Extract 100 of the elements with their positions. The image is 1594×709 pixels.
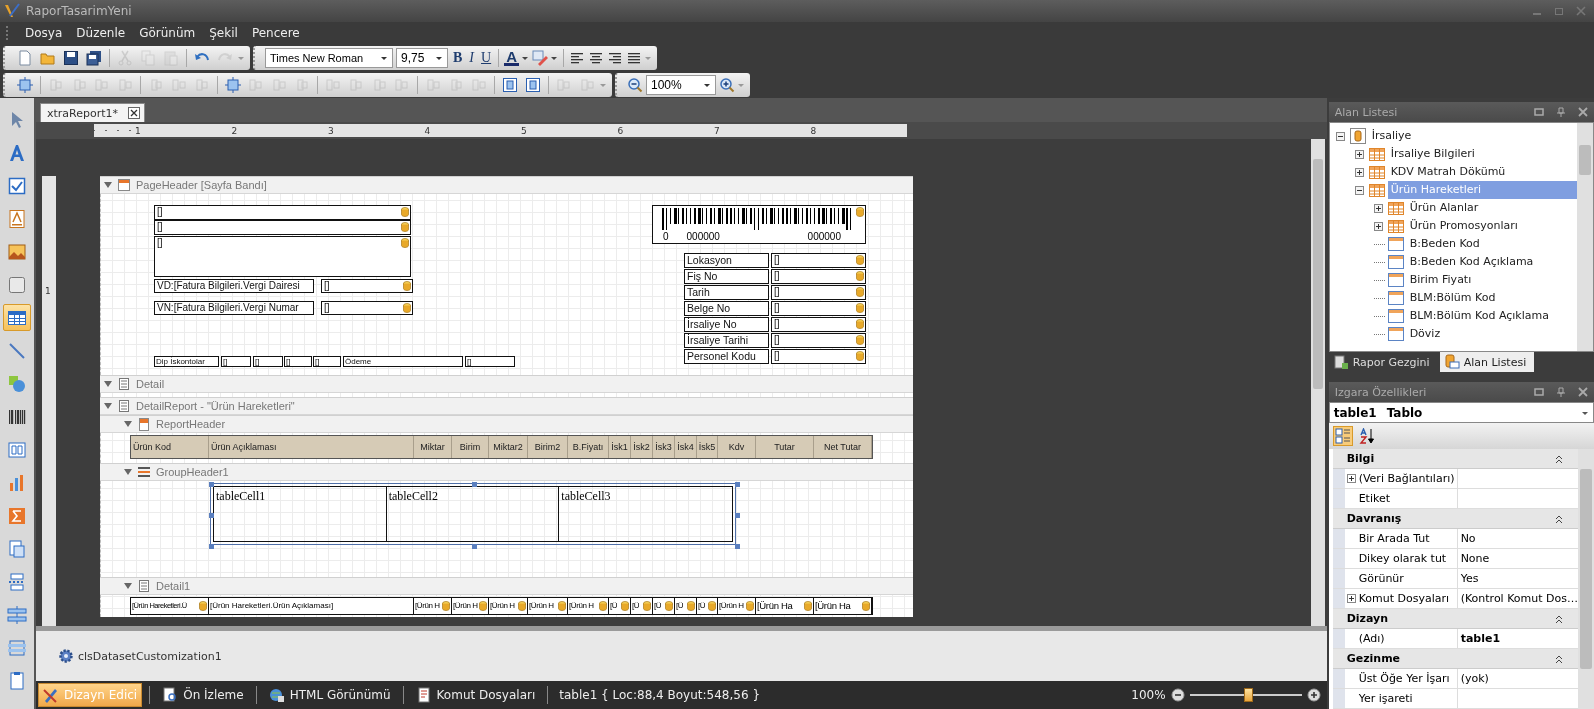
maximize-icon[interactable] (1534, 387, 1544, 397)
italic-button[interactable]: I (467, 47, 476, 68)
text-field[interactable]: [] (464, 356, 515, 367)
font-color-button[interactable]: A (504, 49, 519, 66)
property-value[interactable]: None (1460, 552, 1490, 565)
view-tab[interactable]: HTML Görünümü (263, 683, 396, 707)
table-cell[interactable]: [Ürün H (717, 598, 756, 614)
resize-handle[interactable] (208, 513, 214, 518)
expand-icon[interactable] (1346, 474, 1356, 483)
collapse-caret-icon[interactable] (123, 468, 132, 476)
zoom-dropdown[interactable]: 100% (646, 74, 716, 95)
text-field[interactable]: [] (320, 279, 413, 293)
expand-icon[interactable] (1354, 149, 1364, 159)
tree-item[interactable]: Birim Fiyatı (1406, 271, 1577, 289)
text-field[interactable]: [] (770, 253, 866, 268)
tree-item[interactable]: BLM:Bölüm Kod Açıklama (1406, 307, 1577, 325)
category-row[interactable]: Gezinme (1332, 649, 1578, 669)
tree-item[interactable]: İrsaliye (1368, 127, 1577, 145)
text-field[interactable]: [] (312, 356, 341, 367)
barcode-field[interactable]: 0 000000 000000 (651, 205, 866, 244)
tree-item[interactable]: Döviz (1406, 325, 1577, 343)
vertical-scrollbar[interactable] (1577, 123, 1593, 351)
table-cell[interactable]: tableCell2 (386, 487, 560, 541)
property-value[interactable]: (Kontrol Komut Dos… (1460, 592, 1578, 605)
zoom-slider[interactable] (1189, 687, 1302, 703)
zoom-in-icon[interactable] (1306, 688, 1321, 702)
table-cell[interactable]: [Ürün Ha (755, 598, 814, 614)
table-cell[interactable]: tableCell3 (559, 487, 732, 541)
text-field[interactable]: [] (153, 220, 411, 235)
zoom-out-icon[interactable] (627, 76, 643, 93)
tree-item[interactable]: Ürün Promosyonları (1406, 217, 1577, 235)
layout-button[interactable] (223, 74, 243, 95)
resize-handle[interactable] (734, 482, 740, 487)
table-cell[interactable]: [Ürün Ha (813, 598, 872, 614)
collapse-caret-icon[interactable] (103, 181, 112, 189)
label-field[interactable]: Ödeme (342, 356, 463, 367)
tree-item[interactable]: İrsaliye Bilgileri (1387, 145, 1577, 163)
object-selector[interactable]: table1 Tablo (1328, 402, 1594, 423)
collapse-chevron-icon[interactable] (1554, 613, 1564, 624)
label-field[interactable]: Personel Kodu (683, 349, 769, 364)
bold-button[interactable]: B (451, 47, 465, 68)
text-field[interactable]: [] (770, 269, 866, 284)
panel-tab[interactable]: Rapor Gezgini (1328, 352, 1438, 372)
collapse-caret-icon[interactable] (123, 582, 132, 590)
category-row[interactable]: Dizayn (1332, 609, 1578, 629)
document-tab[interactable]: xtraReport1* (39, 103, 146, 122)
category-row[interactable]: Bilgi (1332, 449, 1578, 469)
category-row[interactable]: Davranış (1332, 509, 1578, 529)
collapse-caret-icon[interactable] (123, 420, 132, 428)
text-field[interactable]: [] (770, 349, 866, 364)
table-cell[interactable]: [Ürün H (527, 598, 568, 614)
text-field[interactable]: [] (320, 301, 413, 315)
view-tab[interactable]: Ön İzleme (157, 683, 249, 707)
tree-item[interactable]: Ürün Alanlar (1406, 199, 1577, 217)
menu-item[interactable]: Görünüm (139, 26, 196, 40)
collapse-icon[interactable] (1354, 185, 1364, 195)
text-field[interactable]: [] (770, 285, 866, 300)
font-name-dropdown[interactable]: Times New Roman (265, 47, 393, 68)
text-field[interactable]: [] (153, 205, 411, 220)
maximize-icon[interactable] (1534, 107, 1544, 117)
resize-handle[interactable] (734, 513, 740, 518)
table-cell[interactable]: [Ü (674, 598, 697, 614)
label-field[interactable]: Tarih (683, 285, 769, 300)
text-field[interactable]: [] (220, 356, 251, 367)
underline-button[interactable]: U (479, 47, 494, 68)
view-tab[interactable]: Komut Dosyaları (410, 683, 541, 707)
menu-item[interactable]: Şekil (209, 26, 238, 40)
highlight-pen-icon[interactable] (532, 49, 548, 66)
zoom-in-icon[interactable] (719, 76, 735, 93)
table-cell[interactable]: [Ürün H (567, 598, 609, 614)
table-control[interactable]: tableCell1 tableCell2 tableCell3 (212, 486, 733, 542)
label-field[interactable]: İrsaliye Tarihi (683, 333, 769, 348)
expand-icon[interactable] (1373, 203, 1383, 213)
component-label[interactable]: clsDatasetCustomization1 (77, 649, 222, 663)
collapse-caret-icon[interactable] (103, 380, 112, 388)
table-cell[interactable]: [Ürün H (488, 598, 528, 614)
collapse-chevron-icon[interactable] (1554, 453, 1564, 464)
collapse-caret-icon[interactable] (103, 402, 112, 410)
tree-item[interactable]: B:Beden Kod Açıklama (1406, 253, 1577, 271)
pin-icon[interactable] (1556, 107, 1566, 117)
menu-item[interactable]: Düzenle (76, 26, 126, 40)
table-cell[interactable]: [Ürün Hareketleri.Ürün Açıklaması] (208, 598, 414, 614)
label-field[interactable]: Fiş No (683, 269, 769, 284)
text-field[interactable]: [] (770, 317, 866, 332)
collapse-chevron-icon[interactable] (1554, 653, 1564, 664)
slider-thumb[interactable] (1243, 688, 1253, 702)
table-cell[interactable]: [Ü (630, 598, 653, 614)
restore-icon[interactable] (1554, 6, 1564, 16)
table-cell[interactable]: [Ü (652, 598, 675, 614)
tree-item[interactable]: BLM:Bölüm Kod (1406, 289, 1577, 307)
table-cell[interactable]: [Ürün H (451, 598, 489, 614)
layout-button[interactable] (15, 74, 35, 95)
tree-item[interactable]: B:Beden Kod (1406, 235, 1577, 253)
panel-tab[interactable]: Alan Listesi (1439, 352, 1535, 372)
property-value[interactable]: (yok) (1460, 672, 1489, 685)
label-field[interactable]: İrsaliye No (683, 317, 769, 332)
collapse-icon[interactable] (1335, 131, 1345, 141)
table-cell[interactable]: [Ü (696, 598, 718, 614)
label-field[interactable]: VD:[Fatura Bilgileri.Vergi Dairesi (153, 279, 314, 293)
expand-icon[interactable] (1354, 167, 1364, 177)
